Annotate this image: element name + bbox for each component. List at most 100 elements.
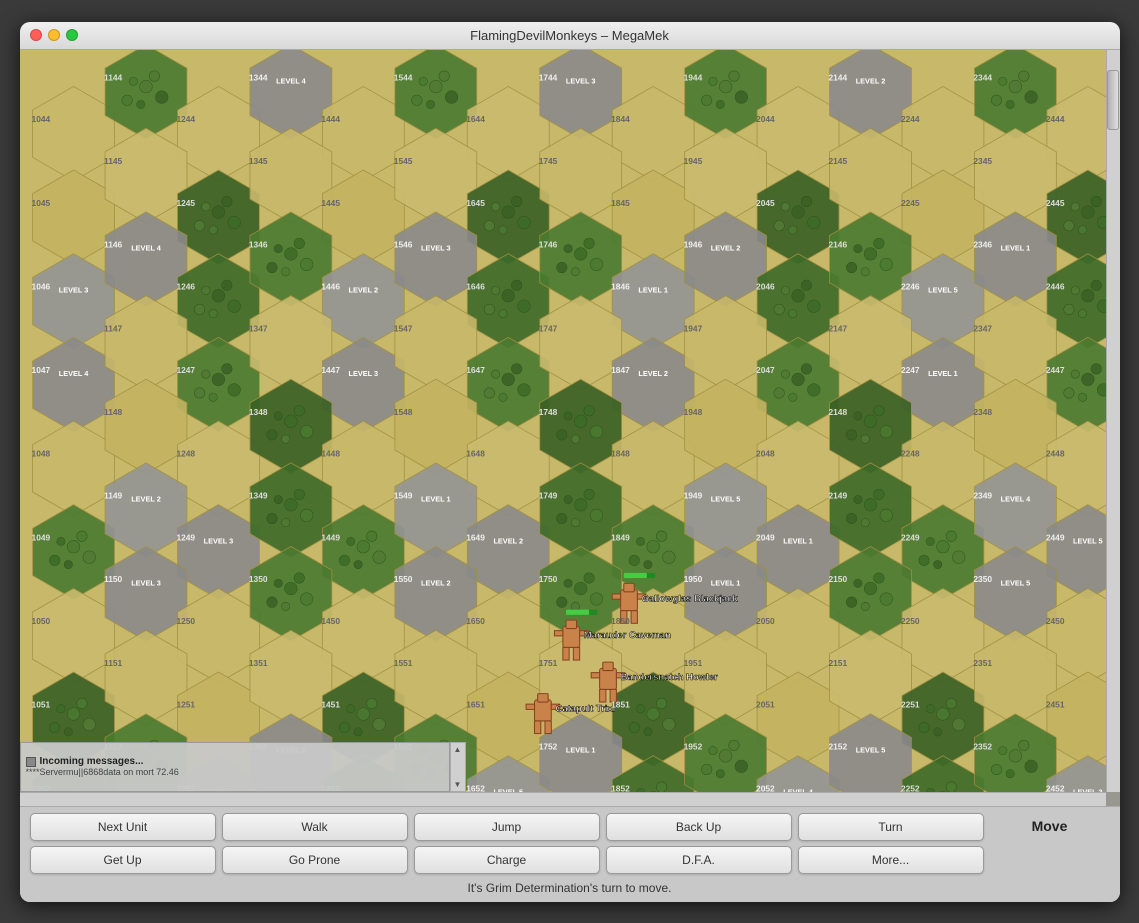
svg-text:1246: 1246	[176, 281, 195, 291]
svg-text:1150: 1150	[104, 574, 123, 584]
svg-text:LEVEL 3: LEVEL 3	[565, 76, 595, 85]
hex-map[interactable]: Gallowglas Blackjack Marauder Caveman	[20, 50, 1120, 806]
svg-text:2048: 2048	[756, 448, 775, 458]
svg-text:1550: 1550	[393, 574, 412, 584]
svg-text:2150: 2150	[828, 574, 847, 584]
svg-text:2445: 2445	[1045, 197, 1064, 207]
message-content: ****Servermu||6868data on mort 72.46	[26, 767, 444, 777]
svg-text:1145: 1145	[104, 155, 123, 165]
svg-text:1848: 1848	[611, 448, 630, 458]
svg-text:LEVEL 1: LEVEL 1	[1000, 243, 1030, 252]
svg-text:1047: 1047	[31, 365, 50, 375]
maximize-button[interactable]	[66, 29, 78, 41]
svg-text:1946: 1946	[683, 239, 702, 249]
svg-text:1749: 1749	[538, 490, 557, 500]
svg-text:LEVEL 2: LEVEL 2	[131, 494, 161, 503]
scrollbar-thumb[interactable]	[1107, 70, 1119, 130]
next-unit-button[interactable]: Next Unit	[30, 813, 216, 841]
svg-text:1046: 1046	[31, 281, 50, 291]
horizontal-scrollbar[interactable]	[20, 792, 1106, 806]
svg-text:2246: 2246	[900, 281, 919, 291]
walk-button[interactable]: Walk	[222, 813, 408, 841]
turn-button[interactable]: Turn	[798, 813, 984, 841]
svg-text:1351: 1351	[248, 657, 267, 667]
svg-text:2249: 2249	[900, 532, 919, 542]
svg-text:1844: 1844	[611, 114, 630, 124]
svg-text:1545: 1545	[393, 155, 412, 165]
svg-text:Bandersnatch Howler: Bandersnatch Howler	[620, 672, 717, 683]
svg-text:1650: 1650	[466, 616, 485, 626]
svg-text:1546: 1546	[393, 239, 412, 249]
svg-text:1846: 1846	[611, 281, 630, 291]
move-label: Move	[1032, 818, 1068, 834]
svg-text:LEVEL 5: LEVEL 5	[710, 494, 740, 503]
svg-text:LEVEL 2: LEVEL 2	[710, 243, 740, 252]
svg-text:1944: 1944	[683, 72, 702, 82]
svg-text:LEVEL 2: LEVEL 2	[420, 578, 450, 587]
svg-text:2245: 2245	[900, 197, 919, 207]
svg-text:1045: 1045	[31, 197, 50, 207]
back-up-button[interactable]: Back Up	[606, 813, 792, 841]
dfa-button[interactable]: D.F.A.	[606, 846, 792, 874]
svg-text:1952: 1952	[683, 741, 702, 751]
close-button[interactable]	[30, 29, 42, 41]
svg-text:1847: 1847	[611, 365, 630, 375]
charge-button[interactable]: Charge	[414, 846, 600, 874]
title-bar: FlamingDevilMonkeys – MegaMek	[20, 22, 1120, 50]
svg-text:LEVEL 1: LEVEL 1	[710, 578, 740, 587]
more-button[interactable]: More...	[798, 846, 984, 874]
scroll-up-arrow[interactable]: ▲	[454, 745, 462, 754]
get-up-button[interactable]: Get Up	[30, 846, 216, 874]
scroll-down-arrow[interactable]: ▼	[454, 780, 462, 789]
svg-text:1345: 1345	[248, 155, 267, 165]
svg-text:2044: 2044	[756, 114, 775, 124]
svg-text:2146: 2146	[828, 239, 847, 249]
svg-text:2045: 2045	[756, 197, 775, 207]
svg-text:1050: 1050	[31, 616, 50, 626]
svg-text:1444: 1444	[321, 114, 340, 124]
svg-text:1949: 1949	[683, 490, 702, 500]
svg-text:2144: 2144	[828, 72, 847, 82]
svg-text:LEVEL 3: LEVEL 3	[348, 369, 378, 378]
svg-text:1647: 1647	[466, 365, 485, 375]
svg-text:1752: 1752	[538, 741, 557, 751]
svg-text:2444: 2444	[1045, 114, 1064, 124]
svg-text:1845: 1845	[611, 197, 630, 207]
svg-text:2148: 2148	[828, 406, 847, 416]
svg-text:1644: 1644	[466, 114, 485, 124]
jump-button[interactable]: Jump	[414, 813, 600, 841]
svg-text:1646: 1646	[466, 281, 485, 291]
svg-text:2449: 2449	[1045, 532, 1064, 542]
svg-text:LEVEL 2: LEVEL 2	[638, 369, 668, 378]
svg-text:LEVEL 4: LEVEL 4	[131, 243, 162, 252]
svg-text:1449: 1449	[321, 532, 340, 542]
svg-text:1950: 1950	[683, 574, 702, 584]
svg-text:LEVEL 1: LEVEL 1	[638, 285, 668, 294]
svg-text:LEVEL 3: LEVEL 3	[131, 578, 161, 587]
svg-text:2145: 2145	[828, 155, 847, 165]
svg-text:1348: 1348	[248, 406, 267, 416]
svg-text:2247: 2247	[900, 365, 919, 375]
vertical-scrollbar[interactable]	[1106, 50, 1120, 792]
game-area[interactable]: Gallowglas Blackjack Marauder Caveman	[20, 50, 1120, 806]
svg-text:1850: 1850	[611, 616, 630, 626]
minimize-button[interactable]	[48, 29, 60, 41]
svg-text:2349: 2349	[973, 490, 992, 500]
svg-text:2352: 2352	[973, 741, 992, 751]
svg-text:1947: 1947	[683, 323, 702, 333]
svg-text:2346: 2346	[973, 239, 992, 249]
svg-text:1147: 1147	[104, 323, 123, 333]
svg-text:LEVEL 1: LEVEL 1	[565, 745, 595, 754]
go-prone-button[interactable]: Go Prone	[222, 846, 408, 874]
svg-text:LEVEL 1: LEVEL 1	[783, 536, 813, 545]
button-row-2: Get Up Go Prone Charge D.F.A. More...	[30, 846, 1110, 874]
svg-text:1248: 1248	[176, 448, 195, 458]
svg-text:1051: 1051	[31, 699, 50, 709]
svg-text:2251: 2251	[900, 699, 919, 709]
svg-text:1551: 1551	[393, 657, 412, 667]
svg-text:1751: 1751	[538, 657, 557, 667]
svg-text:2152: 2152	[828, 741, 847, 751]
svg-text:LEVEL 5: LEVEL 5	[928, 285, 958, 294]
button-row-1: Next Unit Walk Jump Back Up Turn Move	[30, 813, 1110, 841]
minimap-scroll[interactable]: ▲ ▼	[450, 742, 466, 792]
